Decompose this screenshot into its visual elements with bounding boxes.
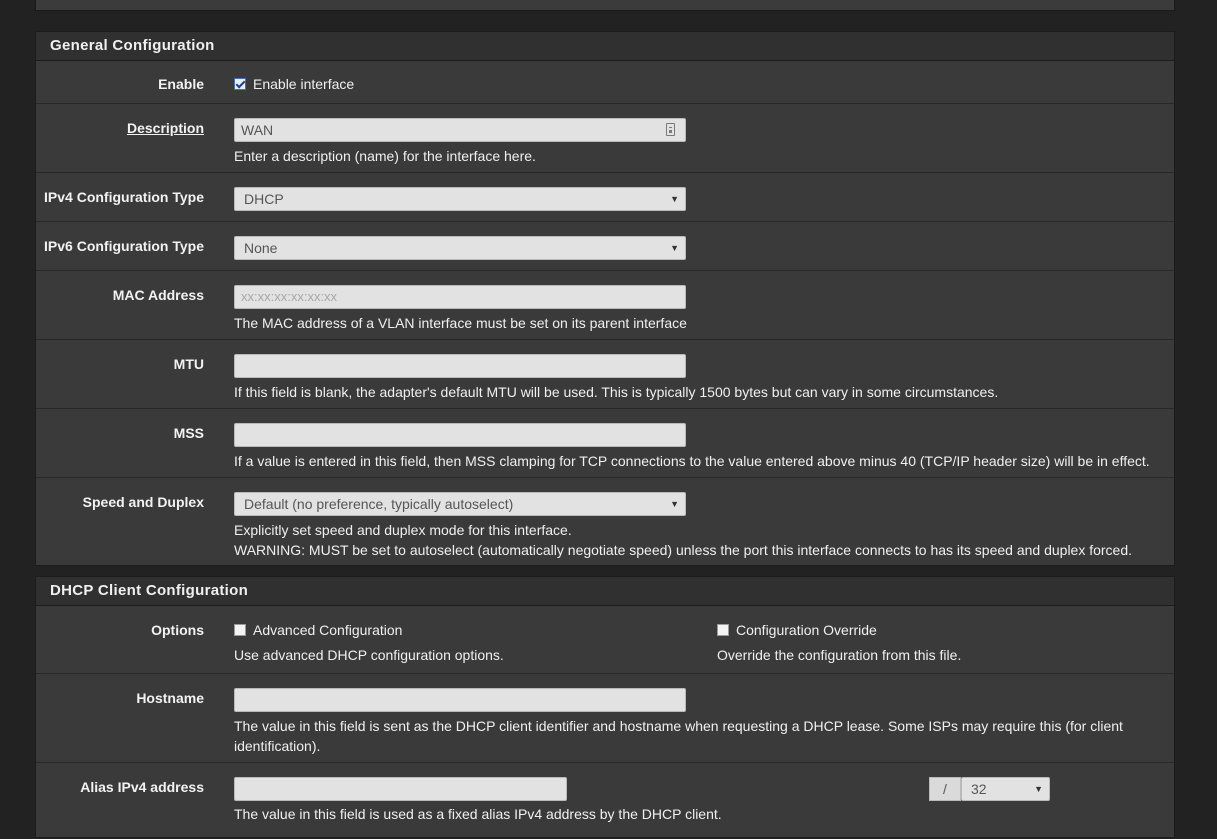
hostname-help: The value in this field is sent as the D…	[234, 718, 1123, 734]
cidr-slash-addon: /	[929, 777, 961, 801]
alias-cidr-select[interactable]: 32 ▼	[961, 777, 1050, 801]
mss-help: If a value is entered in this field, the…	[234, 453, 1150, 469]
checkbox-unchecked-icon[interactable]	[717, 624, 729, 636]
hostname-label: Hostname	[136, 690, 204, 706]
mac-address-input[interactable]: xx:xx:xx:xx:xx:xx	[234, 285, 686, 309]
ipv4-type-row: IPv4 Configuration Type DHCP ▼	[36, 173, 1174, 222]
mac-address-placeholder: xx:xx:xx:xx:xx:xx	[241, 289, 338, 304]
speed-duplex-select[interactable]: Default (no preference, typically autose…	[234, 492, 686, 516]
enable-row: Enable Enable interface	[36, 61, 1174, 104]
alias-ipv4-label: Alias IPv4 address	[80, 779, 204, 795]
mac-address-label: MAC Address	[112, 287, 204, 303]
configuration-override-checkbox[interactable]: Configuration Override	[717, 622, 877, 638]
mss-input[interactable]	[234, 423, 686, 447]
mss-row: MSS If a value is entered in this field,…	[36, 409, 1174, 478]
enable-interface-checkbox[interactable]: Enable interface	[234, 76, 354, 92]
configuration-override-label: Configuration Override	[736, 622, 877, 638]
chevron-down-icon: ▼	[670, 194, 679, 204]
alias-ipv4-row: Alias IPv4 address / 32 ▼ The value in t…	[36, 763, 1174, 839]
general-configuration-heading: General Configuration	[36, 32, 1174, 61]
speed-duplex-row: Speed and Duplex Default (no preference,…	[36, 478, 1174, 567]
alias-cidr-value: 32	[971, 781, 987, 797]
description-label[interactable]: Description	[127, 120, 204, 136]
enable-interface-label: Enable interface	[253, 76, 355, 92]
checkbox-unchecked-icon[interactable]	[234, 624, 246, 636]
hostname-row: Hostname The value in this field is sent…	[36, 674, 1174, 763]
ipv6-type-value: None	[244, 240, 278, 256]
mtu-input[interactable]	[234, 354, 686, 378]
chevron-down-icon: ▼	[670, 243, 679, 253]
advanced-configuration-label: Advanced Configuration	[253, 622, 403, 638]
ipv6-type-select[interactable]: None ▼	[234, 236, 686, 260]
options-label: Options	[151, 622, 204, 638]
mtu-help: If this field is blank, the adapter's de…	[234, 384, 999, 400]
ipv4-type-value: DHCP	[244, 191, 284, 207]
options-row: Options Advanced Configuration Use advan…	[36, 606, 1174, 674]
ipv4-type-label: IPv4 Configuration Type	[44, 189, 204, 205]
dhcp-client-configuration-panel: DHCP Client Configuration Options Advanc…	[35, 576, 1175, 838]
mtu-row: MTU If this field is blank, the adapter'…	[36, 340, 1174, 409]
hostname-input[interactable]	[234, 688, 686, 712]
general-configuration-panel: General Configuration Enable Enable inte…	[35, 31, 1175, 566]
alias-ipv4-input[interactable]	[234, 777, 567, 801]
ipv6-type-label: IPv6 Configuration Type	[44, 238, 204, 254]
alias-ipv4-help: The value in this field is used as a fix…	[234, 806, 722, 822]
mac-address-row: MAC Address xx:xx:xx:xx:xx:xx The MAC ad…	[36, 271, 1174, 340]
chevron-down-icon: ▼	[1034, 784, 1043, 794]
speed-duplex-warning: WARNING: MUST be set to autoselect (auto…	[234, 542, 1133, 558]
speed-duplex-value: Default (no preference, typically autose…	[244, 496, 514, 512]
configuration-override-help: Override the configuration from this fil…	[717, 647, 962, 663]
description-value: WAN	[241, 122, 274, 138]
speed-duplex-help: Explicitly set speed and duplex mode for…	[234, 522, 572, 538]
description-row: Description WAN Enter a description (nam…	[36, 104, 1174, 173]
advanced-configuration-help: Use advanced DHCP configuration options.	[234, 647, 504, 663]
mtu-label: MTU	[173, 356, 204, 372]
hostname-help-continued: identification).	[234, 738, 321, 754]
contact-card-icon	[666, 123, 675, 136]
enable-label: Enable	[158, 76, 204, 92]
ipv6-type-row: IPv6 Configuration Type None ▼	[36, 222, 1174, 271]
dhcp-client-configuration-heading: DHCP Client Configuration	[36, 577, 1174, 606]
chevron-down-icon: ▼	[670, 499, 679, 509]
ipv4-type-select[interactable]: DHCP ▼	[234, 187, 686, 211]
description-input[interactable]: WAN	[234, 118, 686, 142]
speed-duplex-label: Speed and Duplex	[82, 494, 204, 510]
mac-address-help: The MAC address of a VLAN interface must…	[234, 315, 687, 331]
description-help: Enter a description (name) for the inter…	[234, 148, 536, 164]
previous-panel-edge	[35, 0, 1175, 11]
checkbox-checked-icon[interactable]	[234, 78, 246, 90]
mss-label: MSS	[173, 425, 204, 441]
advanced-configuration-checkbox[interactable]: Advanced Configuration	[234, 622, 402, 638]
